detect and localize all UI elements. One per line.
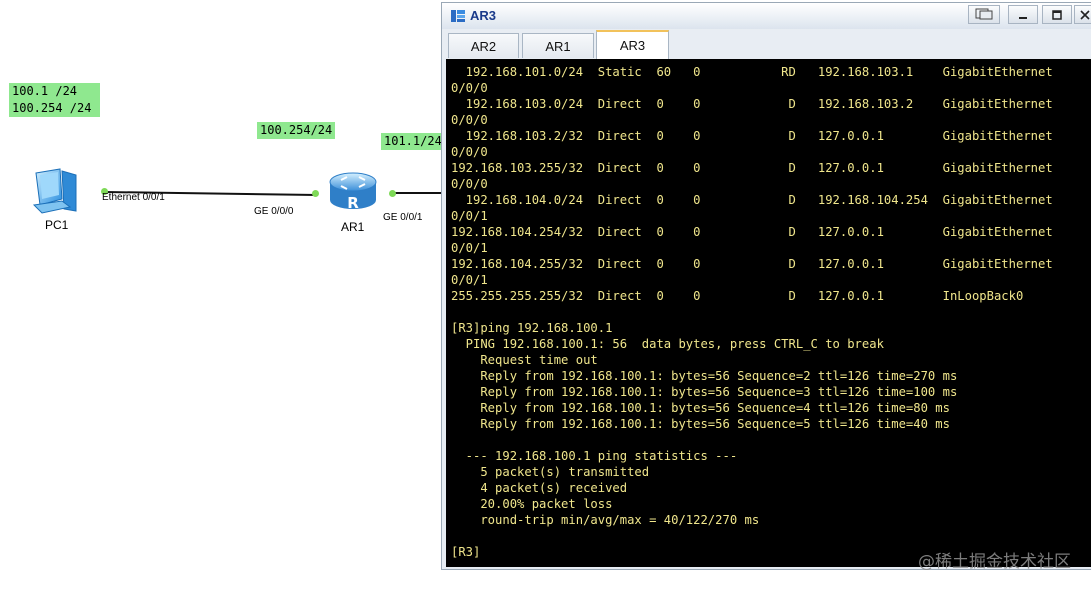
pc1-port-label: Ethernet 0/0/1 (102, 192, 165, 203)
terminal-line: 192.168.104.255/32 Direct 0 0 D 127.0.0.… (451, 257, 1053, 271)
terminal-line: 0/0/0 (451, 81, 488, 95)
ar1-name: AR1 (341, 220, 365, 234)
terminal-line: 192.168.103.2/32 Direct 0 0 D 127.0.0.1 … (451, 129, 1053, 143)
router-icon[interactable]: R (327, 170, 379, 218)
terminal-line: 192.168.104.0/24 Direct 0 0 D 192.168.10… (451, 193, 1053, 207)
ar1-ge001-ip-label[interactable]: 101.1/24 (381, 133, 445, 150)
link-ar1-ar3[interactable] (391, 192, 443, 194)
tab-label: AR2 (470, 38, 497, 54)
terminal-line: Reply from 192.168.100.1: bytes=56 Seque… (451, 385, 958, 399)
tab-label: AR3 (619, 38, 646, 53)
terminal-line: 0/0/1 (451, 209, 488, 223)
terminal-line: 192.168.103.255/32 Direct 0 0 D 127.0.0.… (451, 161, 1053, 175)
terminal-line: --- 192.168.100.1 ping statistics --- (451, 449, 738, 463)
ar3-console-window[interactable]: AR3 AR2 AR1 AR3 192.168.101.0/24 Static … (441, 2, 1091, 570)
app-icon (450, 8, 466, 28)
tab-ar2[interactable]: AR2 (448, 33, 519, 58)
tab-ar3[interactable]: AR3 (596, 30, 669, 59)
close-icon (1080, 5, 1090, 24)
terminal-line: 20.00% packet loss (451, 497, 613, 511)
terminal-line: 0/0/1 (451, 273, 488, 287)
window-title: AR3 (470, 8, 497, 23)
tab-ar1[interactable]: AR1 (522, 33, 594, 58)
ar1-ge000-label: GE 0/0/0 (254, 206, 294, 217)
terminal-line: Reply from 192.168.100.1: bytes=56 Seque… (451, 417, 950, 431)
terminal-output[interactable]: 192.168.101.0/24 Static 60 0 RD 192.168.… (446, 59, 1091, 567)
maximize-button[interactable] (1042, 5, 1072, 24)
ar1-ge000-dot (312, 190, 319, 197)
pc-icon[interactable] (30, 165, 82, 221)
ar1-ge001-label: GE 0/0/1 (383, 212, 423, 223)
terminal-line: Request time out (451, 353, 598, 367)
terminal-line: 4 packet(s) received (451, 481, 628, 495)
terminal-lines: 192.168.101.0/24 Static 60 0 RD 192.168.… (451, 64, 1053, 560)
terminal-line: 5 packet(s) transmitted (451, 465, 650, 479)
terminal-line: round-trip min/avg/max = 40/122/270 ms (451, 513, 760, 527)
close-button[interactable] (1074, 5, 1091, 24)
pc1-ip-label[interactable]: 100.1 /24 100.254 /24 (9, 83, 100, 117)
window-titlebar[interactable]: AR3 (442, 3, 1091, 29)
restore-button[interactable] (968, 5, 1000, 24)
maximize-icon (1052, 5, 1062, 24)
restore-icon (975, 5, 993, 24)
terminal-line: 0/0/0 (451, 113, 488, 127)
terminal-line: 255.255.255.255/32 Direct 0 0 D 127.0.0.… (451, 289, 1024, 303)
terminal-line: PING 192.168.100.1: 56 data bytes, press… (451, 337, 884, 351)
ar1-ge000-ip-label[interactable]: 100.254/24 (257, 122, 336, 139)
session-tab-bar: AR2 AR1 AR3 (442, 29, 1091, 59)
terminal-line: 192.168.103.0/24 Direct 0 0 D 192.168.10… (451, 97, 1053, 111)
terminal-line: 192.168.101.0/24 Static 60 0 RD 192.168.… (451, 65, 1053, 79)
terminal-line: 0/0/0 (451, 177, 488, 191)
terminal-line: 0/0/0 (451, 145, 488, 159)
terminal-line: Reply from 192.168.100.1: bytes=56 Seque… (451, 401, 950, 415)
minimize-icon (1018, 5, 1028, 24)
tab-label: AR1 (545, 38, 571, 54)
minimize-button[interactable] (1008, 5, 1038, 24)
terminal-line: Reply from 192.168.100.1: bytes=56 Seque… (451, 369, 958, 383)
ar1-ge001-dot (389, 190, 396, 197)
watermark: @稀土掘金技术社区 (918, 552, 1071, 572)
svg-text:R: R (347, 194, 359, 212)
terminal-line: [R3]ping 192.168.100.1 (451, 321, 613, 335)
terminal-line: 192.168.104.254/32 Direct 0 0 D 127.0.0.… (451, 225, 1053, 239)
terminal-line: 0/0/1 (451, 241, 488, 255)
pc1-name: PC1 (45, 218, 69, 232)
